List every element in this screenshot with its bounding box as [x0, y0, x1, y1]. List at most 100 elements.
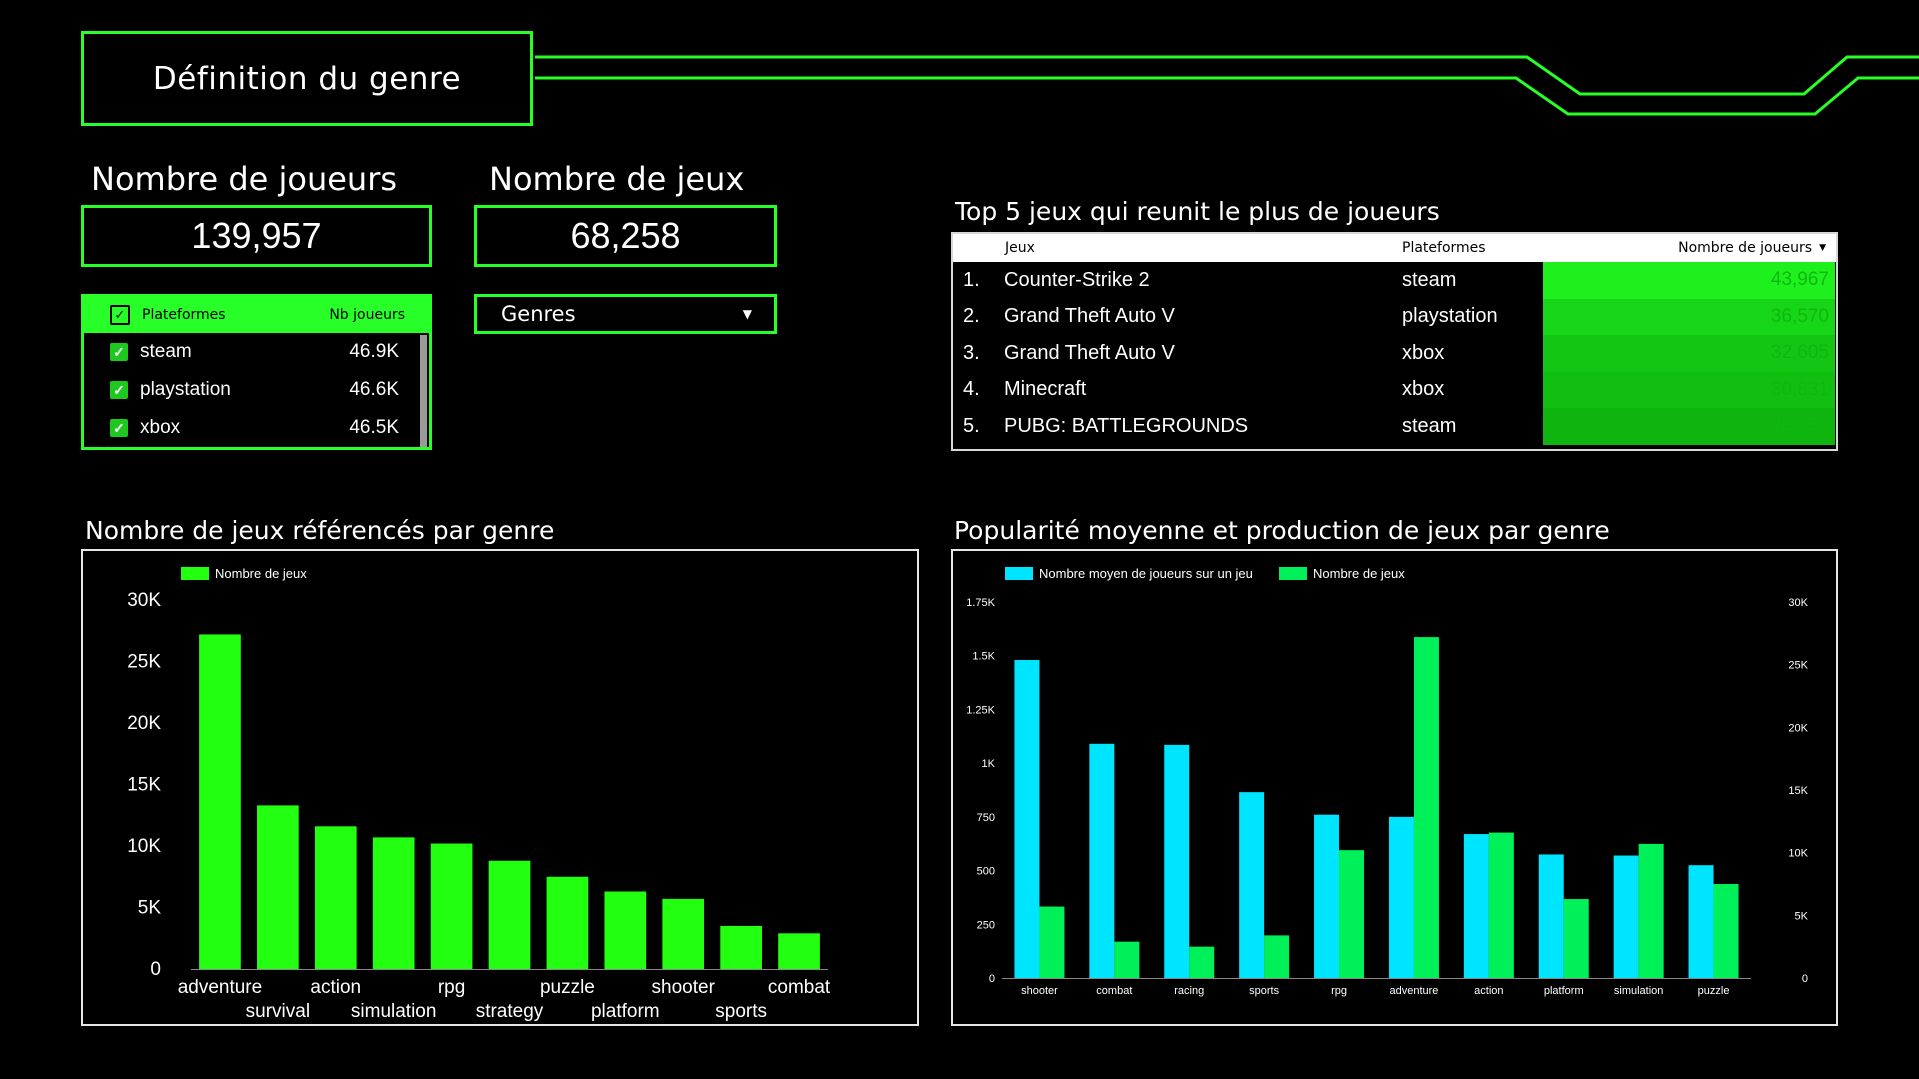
game-cell: Counter-Strike 2: [1004, 268, 1150, 291]
x-tick-label: platform: [591, 1001, 660, 1022]
bar-puzzle: [546, 876, 589, 969]
y-left-tick-label: 1.25K: [966, 704, 995, 716]
x-tick-label: rpg: [1331, 985, 1347, 997]
bar-games-adventure: [1413, 637, 1439, 978]
chevron-down-icon: ▼: [742, 307, 752, 321]
bar-avg-players-adventure: [1388, 816, 1414, 978]
y-tick-label: 15K: [127, 775, 161, 796]
bar-games-rpg: [1339, 850, 1365, 978]
y-right-tick-label: 20K: [1788, 722, 1808, 734]
bar-avg-players-racing: [1164, 744, 1190, 978]
legend-label: Nombre de jeux: [1313, 566, 1405, 581]
bar-action: [314, 826, 357, 969]
y-right-tick-label: 30K: [1788, 597, 1808, 609]
popularity-production-chart: Nombre moyen de joueurs sur un jeu Nombre…: [966, 566, 1809, 997]
y-left-tick-label: 500: [977, 866, 995, 878]
col-players-header[interactable]: Nb joueurs: [329, 307, 405, 323]
x-tick-label: sports: [1249, 985, 1279, 997]
bar-strategy: [488, 860, 531, 969]
bar-avg-players-simulation: [1613, 855, 1639, 978]
x-tick-label: combat: [1096, 985, 1132, 997]
platform-cell: xbox: [1402, 341, 1445, 364]
sort-desc-icon[interactable]: ▼: [1819, 243, 1826, 253]
checkbox-icon[interactable]: ✓: [110, 419, 128, 437]
select-all-checkbox[interactable]: ✓: [110, 305, 130, 325]
rank-cell: 2.: [963, 305, 980, 328]
bar-games-platform: [1563, 899, 1589, 978]
x-tick-label: strategy: [476, 1001, 544, 1022]
bar-games-combat: [1114, 941, 1140, 978]
bar-avg-players-sports: [1239, 792, 1265, 978]
rank-cell: 5.: [963, 414, 980, 437]
bar-avg-players-shooter: [1014, 660, 1040, 978]
bar-games-sports: [1264, 935, 1290, 978]
players-cell: 43,967: [1543, 262, 1835, 299]
y-left-tick-label: 0: [989, 973, 995, 985]
y-tick-label: 5K: [138, 898, 162, 919]
x-tick-label: action: [1474, 985, 1503, 997]
bar-platform: [604, 891, 647, 969]
y-right-tick-label: 10K: [1788, 848, 1808, 860]
platform-name: playstation: [140, 379, 231, 400]
chart2-container: Nombre moyen de joueurs sur un jeu Nombre…: [951, 549, 1838, 1026]
platform-cell: playstation: [1402, 305, 1498, 328]
x-tick-label: action: [310, 977, 361, 998]
x-tick-label: puzzle: [1698, 985, 1730, 997]
legend-label: Nombre moyen de joueurs sur un jeu: [1039, 566, 1253, 581]
table-row[interactable]: 5. PUBG: BATTLEGROUNDS steam 28,356: [953, 408, 1836, 445]
top5-title: Top 5 jeux qui reunit le plus de joueurs: [955, 197, 1440, 226]
checkbox-icon[interactable]: ✓: [110, 381, 128, 399]
y-tick-label: 30K: [127, 590, 161, 611]
bar-games-puzzle: [1713, 884, 1739, 978]
y-left-tick-label: 1K: [982, 758, 996, 770]
scrollbar[interactable]: [420, 335, 427, 447]
bar-survival: [257, 805, 299, 969]
bar-sports: [720, 925, 762, 969]
players-kpi-value: 139,957: [81, 205, 432, 267]
bar-combat: [778, 933, 820, 969]
platform-players: 46.6K: [349, 379, 399, 400]
legend-swatch: [1005, 567, 1033, 580]
top5-header: Jeux Plateformes Nombre de joueurs ▼: [953, 234, 1836, 262]
games-kpi-label: Nombre de jeux: [489, 160, 745, 198]
genre-filter-dropdown[interactable]: Genres ▼: [474, 294, 777, 334]
platform-cell: steam: [1402, 414, 1457, 437]
x-tick-label: shooter: [652, 977, 716, 998]
bar-shooter: [662, 898, 705, 969]
platform-table-header: ✓ Plateformes Nb joueurs: [84, 297, 429, 333]
y-tick-label: 10K: [127, 836, 161, 857]
rank-cell: 4.: [963, 378, 980, 401]
x-tick-label: sports: [715, 1001, 767, 1022]
col-players-header[interactable]: Nombre de joueurs: [1678, 240, 1812, 256]
checkbox-icon[interactable]: ✓: [110, 343, 128, 361]
col-platform-header[interactable]: Plateformes: [142, 307, 329, 323]
platform-players: 46.9K: [349, 341, 399, 362]
y-right-tick-label: 15K: [1788, 785, 1808, 797]
platform-row[interactable]: ✓ playstation 46.6K: [84, 371, 429, 409]
table-row[interactable]: 4. Minecraft xbox 30,831: [953, 371, 1836, 408]
platform-row[interactable]: ✓ steam 46.9K: [84, 333, 429, 371]
games-per-genre-chart: Nombre de jeux 0 5K 10K 15K 20K 25K 30K adventur…: [127, 566, 831, 1022]
table-row[interactable]: 1. Counter-Strike 2 steam 43,967: [953, 262, 1836, 299]
table-row[interactable]: 3. Grand Theft Auto V xbox 32,605: [953, 335, 1836, 372]
platform-cell: steam: [1402, 268, 1457, 291]
game-cell: Minecraft: [1004, 378, 1087, 401]
bar-games-action: [1488, 832, 1514, 978]
platform-row[interactable]: ✓ xbox 46.5K: [84, 409, 429, 447]
x-tick-label: puzzle: [540, 977, 595, 998]
bar-avg-players-combat: [1089, 743, 1115, 978]
y-tick-label: 25K: [127, 652, 161, 673]
game-cell: Grand Theft Auto V: [1004, 305, 1175, 328]
y-left-tick-label: 750: [977, 812, 995, 824]
x-tick-label: racing: [1174, 985, 1204, 997]
rank-cell: 1.: [963, 268, 980, 291]
col-game-header[interactable]: Jeux: [1005, 240, 1035, 256]
platform-cell: xbox: [1402, 378, 1445, 401]
legend-swatch: [181, 567, 209, 580]
players-cell: 28,356: [1543, 408, 1835, 445]
col-platform-header[interactable]: Plateformes: [1402, 240, 1486, 256]
y-right-tick-label: 5K: [1795, 910, 1809, 922]
bar-avg-players-rpg: [1314, 814, 1340, 978]
genre-filter-label: Genres: [501, 302, 576, 326]
table-row[interactable]: 2. Grand Theft Auto V playstation 36,570: [953, 298, 1836, 335]
